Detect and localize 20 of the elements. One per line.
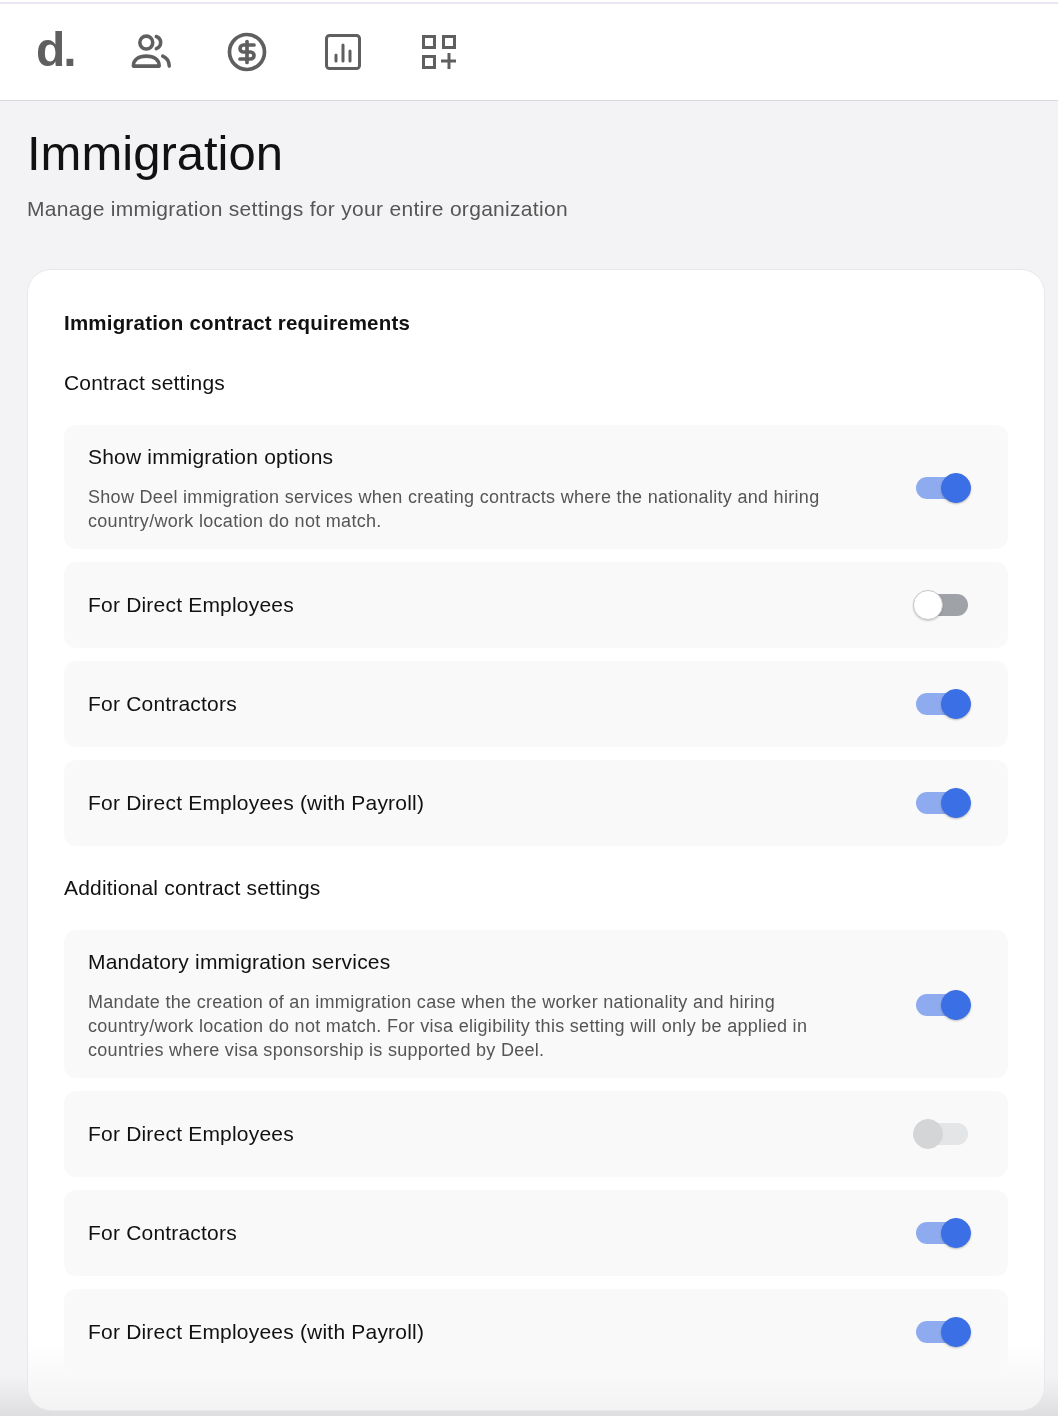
setting-label: For Direct Employees (with Payroll) [88, 1319, 426, 1345]
setting-label: For Direct Employees [88, 592, 295, 618]
section-title: Contract settings [64, 370, 226, 396]
setting-label: For Contractors [88, 691, 238, 717]
page-title: Immigration [27, 125, 284, 181]
card-heading: Immigration contract requirements [64, 310, 412, 336]
section-title: Additional contract settings [64, 875, 322, 901]
page-subtitle: Manage immigration settings for your entire organization [27, 196, 569, 222]
logo[interactable]: d. [32, 26, 79, 74]
setting-label: For Direct Employees (with Payroll) [88, 790, 426, 816]
add-widget-icon [421, 35, 456, 69]
people-icon [130, 34, 171, 70]
setting-label: Show immigration options [88, 444, 335, 470]
setting-description: Show Deel immigration services when creating contracts where the nationality and hiring country/work location do not match. [88, 486, 821, 533]
setting-label: For Direct Employees [88, 1121, 295, 1147]
setting-description: Mandate the creation of an immigration case when the worker nationality and hiring country/work location do not match. For visa eligibility this setting will only be applied in countries where visa sponsorship is supported by Deel. [88, 991, 809, 1062]
dollar-icon [225, 31, 268, 73]
setting-label: For Contractors [88, 1220, 238, 1246]
setting-label: Mandatory immigration services [88, 949, 392, 975]
bar-chart-icon [324, 34, 361, 70]
